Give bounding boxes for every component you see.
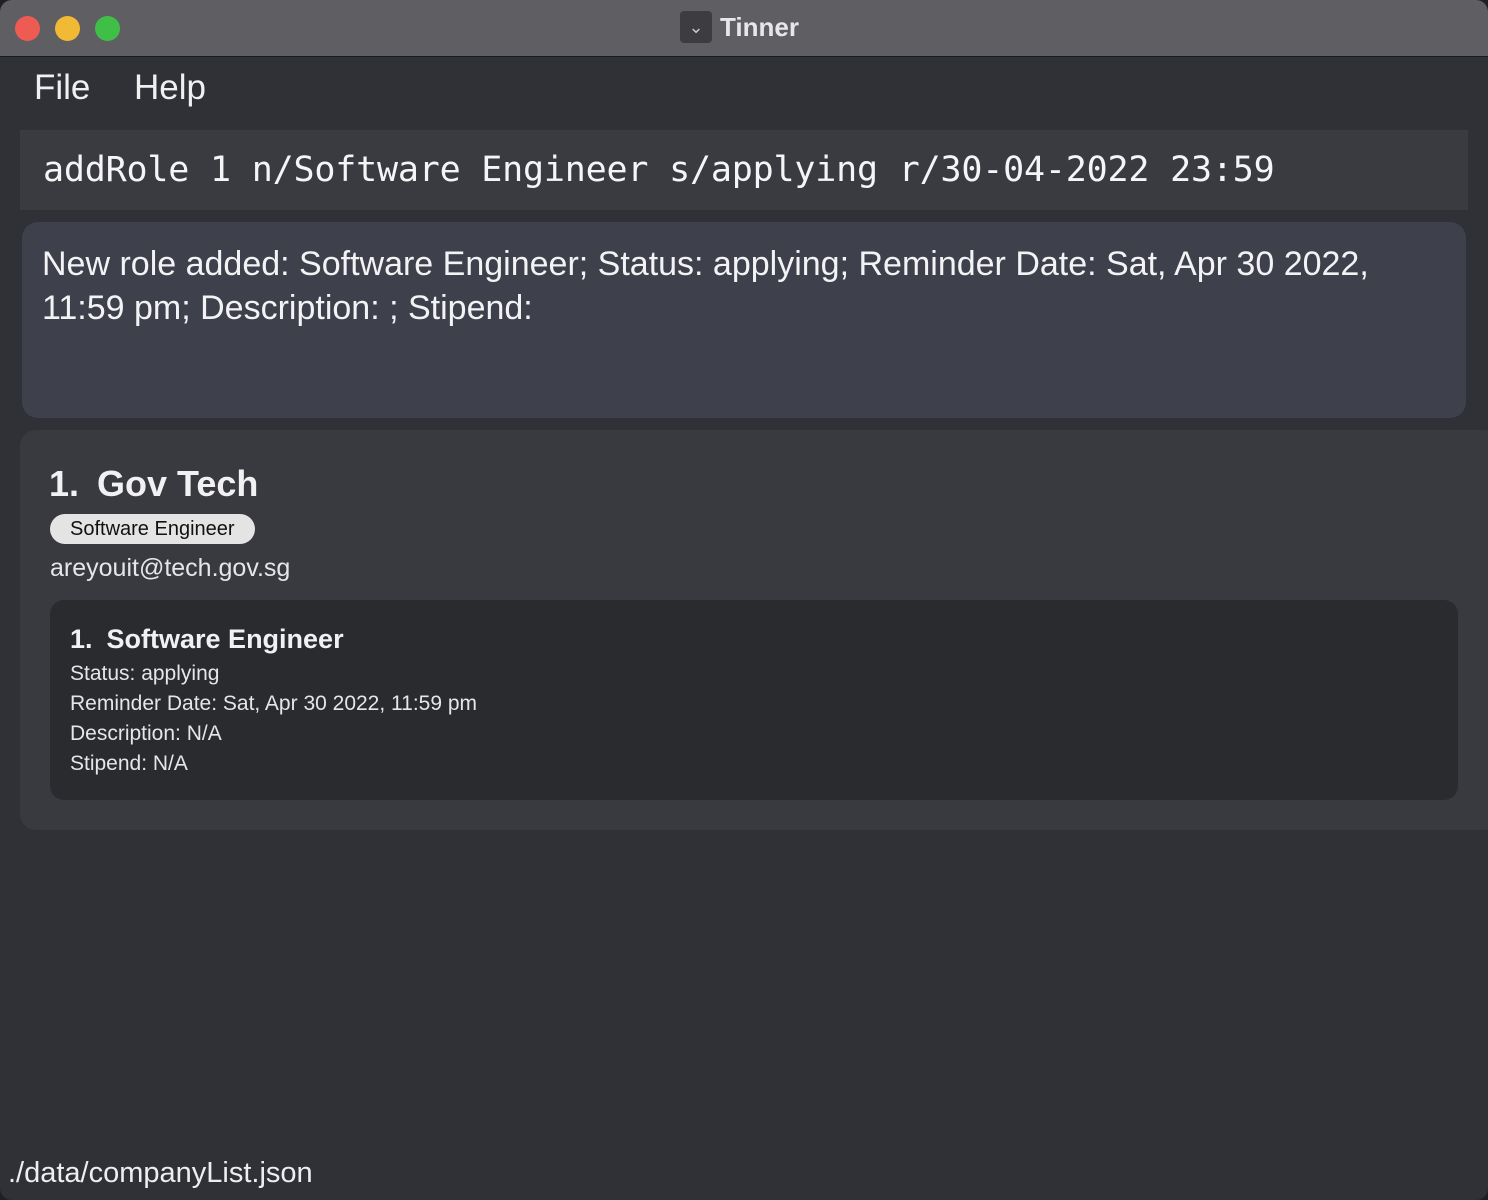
role-description: Description: N/A: [70, 722, 222, 745]
menu-help[interactable]: Help: [134, 67, 206, 109]
menu-bar: File Help: [0, 57, 1488, 121]
role-name: Software Engineer: [106, 624, 344, 654]
role-stipend: Stipend: N/A: [70, 752, 188, 775]
company-name-text: Gov Tech: [97, 463, 259, 504]
company-name: 1. Gov Tech: [49, 462, 258, 506]
role-card[interactable]: 1. Software Engineer Status: applying Rem…: [50, 600, 1458, 800]
role-title: 1. Software Engineer: [70, 622, 344, 656]
maximize-window-button[interactable]: [95, 16, 120, 41]
command-input[interactable]: [43, 130, 1463, 210]
menu-file[interactable]: File: [34, 67, 90, 109]
company-tag: Software Engineer: [50, 514, 255, 544]
result-display: New role added: Software Engineer; Statu…: [22, 222, 1466, 418]
command-box: [20, 130, 1468, 210]
role-status: Status: applying: [70, 662, 220, 685]
role-reminder-date: Reminder Date: Sat, Apr 30 2022, 11:59 p…: [70, 692, 478, 715]
company-email: areyouit@tech.gov.sg: [50, 554, 291, 582]
company-list-panel[interactable]: 1. Gov Tech Software Engineer areyouit@te…: [20, 430, 1488, 830]
minimize-window-button[interactable]: [55, 16, 80, 41]
close-window-button[interactable]: [15, 16, 40, 41]
status-bar-file-path: ./data/companyList.json: [8, 1157, 313, 1189]
window-title: Tinner: [720, 12, 799, 42]
app-window: ⌄ Tinner File Help New role added: Softw…: [0, 0, 1488, 1200]
result-message: New role added: Software Engineer; Statu…: [42, 245, 1369, 327]
title-bar[interactable]: ⌄ Tinner: [0, 0, 1488, 57]
role-index: 1.: [70, 624, 93, 654]
chevron-down-icon: ⌄: [680, 11, 712, 43]
company-index: 1.: [49, 463, 80, 504]
